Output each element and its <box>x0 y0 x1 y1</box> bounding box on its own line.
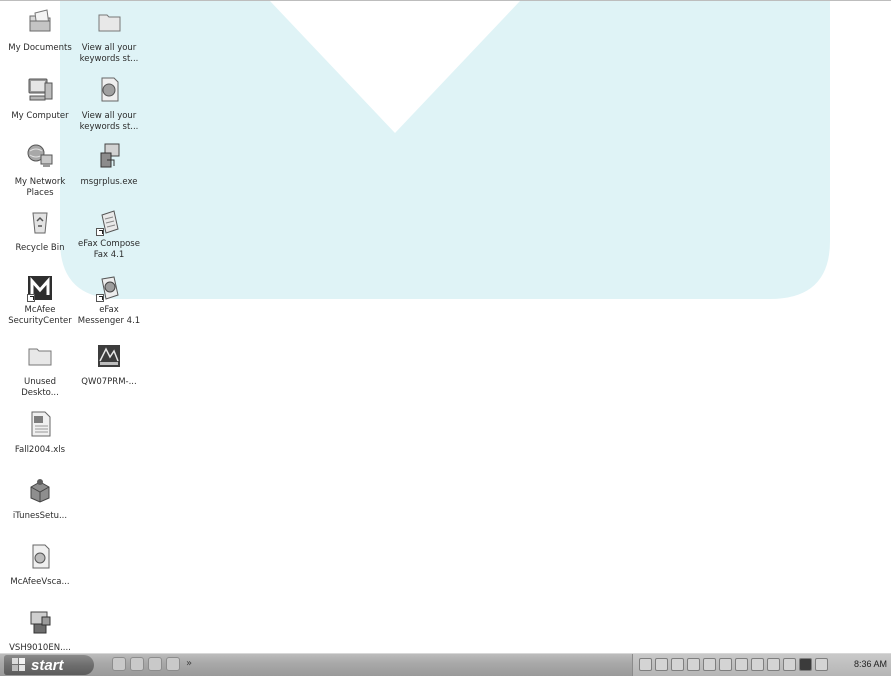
icon-label: McAfeeVsca... <box>10 577 70 587</box>
excel-file-icon <box>31 411 51 437</box>
desktop-icon-recycle-bin[interactable]: Recycle Bin <box>5 207 75 254</box>
tray-icon[interactable] <box>735 658 748 671</box>
desktop-icon-vsh9010en[interactable]: VSH9010EN.... <box>5 607 75 654</box>
desktop-icon-efax-messenger[interactable]: eFax Messenger 4.1 <box>74 273 144 327</box>
desktop-icon-qw07prm[interactable]: QW07PRM-... <box>74 341 144 388</box>
icon-label: eFax Messenger 4.1 <box>77 305 141 326</box>
quick-launch-icon-3[interactable] <box>148 657 162 671</box>
icon-label: View all your keywords st... <box>79 111 139 132</box>
clock[interactable]: 8:36 AM <box>854 659 887 669</box>
shortcut-arrow-icon <box>96 228 104 236</box>
system-tray: 8:36 AM <box>632 654 891 676</box>
desktop-icon-mcafeevscan[interactable]: McAfeeVsca... <box>5 541 75 588</box>
tray-icons <box>639 658 828 671</box>
image-file-icon <box>98 345 120 367</box>
my-documents-icon <box>29 9 51 32</box>
tray-icon[interactable] <box>655 658 668 671</box>
quick-launch: » <box>112 657 192 673</box>
icon-label: Fall2004.xls <box>14 445 66 455</box>
efax-messenger-icon <box>94 273 124 303</box>
folder-icon <box>98 14 121 32</box>
icon-label: QW07PRM-... <box>81 377 137 387</box>
mcafee-tray-icon[interactable] <box>799 658 812 671</box>
folder-icon <box>28 348 52 366</box>
start-label: start <box>31 656 64 674</box>
icon-label: My Computer <box>11 111 69 121</box>
desktop-icon-my-network-places[interactable]: My Network Places <box>5 141 75 199</box>
desktop-icon-unused-desktop[interactable]: Unused Deskto... <box>5 341 75 399</box>
tray-icon[interactable] <box>687 658 700 671</box>
desktop-icon-mcafee-securitycenter[interactable]: McAfee SecurityCenter <box>5 273 75 327</box>
windows-logo-icon <box>12 658 25 671</box>
desktop: My Documents My Computer My Network Plac… <box>0 0 891 653</box>
icon-label: Unused Deskto... <box>21 377 59 398</box>
start-button[interactable]: start <box>4 655 94 675</box>
desktop-icon-my-documents[interactable]: My Documents <box>5 7 75 54</box>
tray-icon[interactable] <box>751 658 764 671</box>
desktop-icon-view-keywords-1[interactable]: View all your keywords st... <box>74 7 144 65</box>
quick-launch-icon-2[interactable] <box>130 657 144 671</box>
network-places-icon <box>27 144 53 167</box>
quick-launch-icon-4[interactable] <box>166 657 180 671</box>
desktop-icon-fall2004-xls[interactable]: Fall2004.xls <box>5 409 75 456</box>
setup-program-icon <box>30 611 51 634</box>
taskbar: start » 8:36 AM <box>0 653 891 676</box>
desktop-icon-my-computer[interactable]: My Computer <box>5 75 75 122</box>
icon-label: View all your keywords st... <box>79 43 139 64</box>
installer-icon <box>30 479 50 503</box>
icon-label: My Network Places <box>14 177 66 198</box>
icon-label: eFax Compose Fax 4.1 <box>78 239 140 260</box>
shortcut-arrow-icon <box>27 294 35 302</box>
quick-launch-icon-1[interactable] <box>112 657 126 671</box>
web-document-icon <box>101 77 119 102</box>
shortcut-arrow-icon <box>96 294 104 302</box>
tray-icon[interactable] <box>639 658 652 671</box>
tray-icon[interactable] <box>671 658 684 671</box>
recycle-bin-icon <box>32 212 48 234</box>
icon-label: msgrplus.exe <box>80 177 138 187</box>
tray-icon[interactable] <box>719 658 732 671</box>
desktop-icon-itunessetup[interactable]: iTunesSetu... <box>5 475 75 522</box>
icon-label: iTunesSetu... <box>12 511 68 521</box>
icon-label: McAfee SecurityCenter <box>8 305 72 326</box>
document-icon <box>32 544 50 569</box>
my-computer-icon <box>28 78 53 101</box>
desktop-icon-view-keywords-2[interactable]: View all your keywords st... <box>74 75 144 133</box>
efax-compose-icon <box>94 207 124 237</box>
tray-icon[interactable] <box>815 658 828 671</box>
quick-launch-overflow-icon[interactable]: » <box>186 657 192 673</box>
mcafee-icon <box>25 273 55 303</box>
desktop-icon-msgrplus[interactable]: msgrplus.exe <box>74 141 144 188</box>
icon-label: My Documents <box>8 43 72 53</box>
tray-icon[interactable] <box>767 658 780 671</box>
tray-icon[interactable] <box>783 658 796 671</box>
executable-icon <box>100 143 120 168</box>
desktop-icon-efax-compose[interactable]: eFax Compose Fax 4.1 <box>74 207 144 261</box>
tray-icon[interactable] <box>703 658 716 671</box>
icon-label: Recycle Bin <box>15 243 65 253</box>
